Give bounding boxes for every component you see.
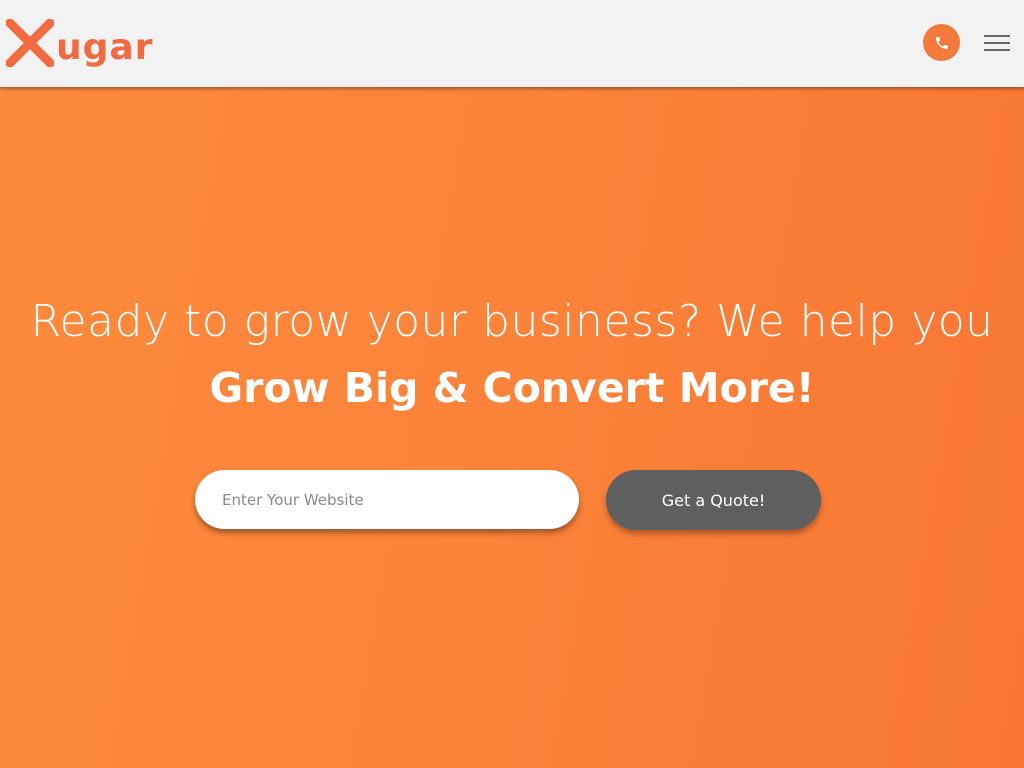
hero-section [0, 87, 1024, 768]
hero-headline-line1: Ready to grow your business? We help you [30, 296, 994, 347]
website-input[interactable] [195, 470, 579, 529]
get-quote-button[interactable]: Get a Quote! [606, 470, 821, 530]
menu-bar-top [984, 35, 1010, 37]
menu-bar-middle [984, 42, 1010, 44]
site-header: ugar [0, 0, 1024, 87]
phone-button[interactable] [923, 24, 960, 61]
hero-headline-line2: Grow Big & Convert More! [209, 364, 815, 412]
brand-logo[interactable]: ugar [6, 14, 153, 72]
hamburger-menu-icon[interactable] [984, 35, 1010, 51]
phone-icon [935, 36, 948, 49]
landing-page: ugar Ready to grow your business? We hel… [0, 0, 1024, 768]
menu-bar-bottom [984, 49, 1010, 51]
logo-wordmark: ugar [56, 26, 154, 68]
logo-x-mark [6, 19, 54, 67]
